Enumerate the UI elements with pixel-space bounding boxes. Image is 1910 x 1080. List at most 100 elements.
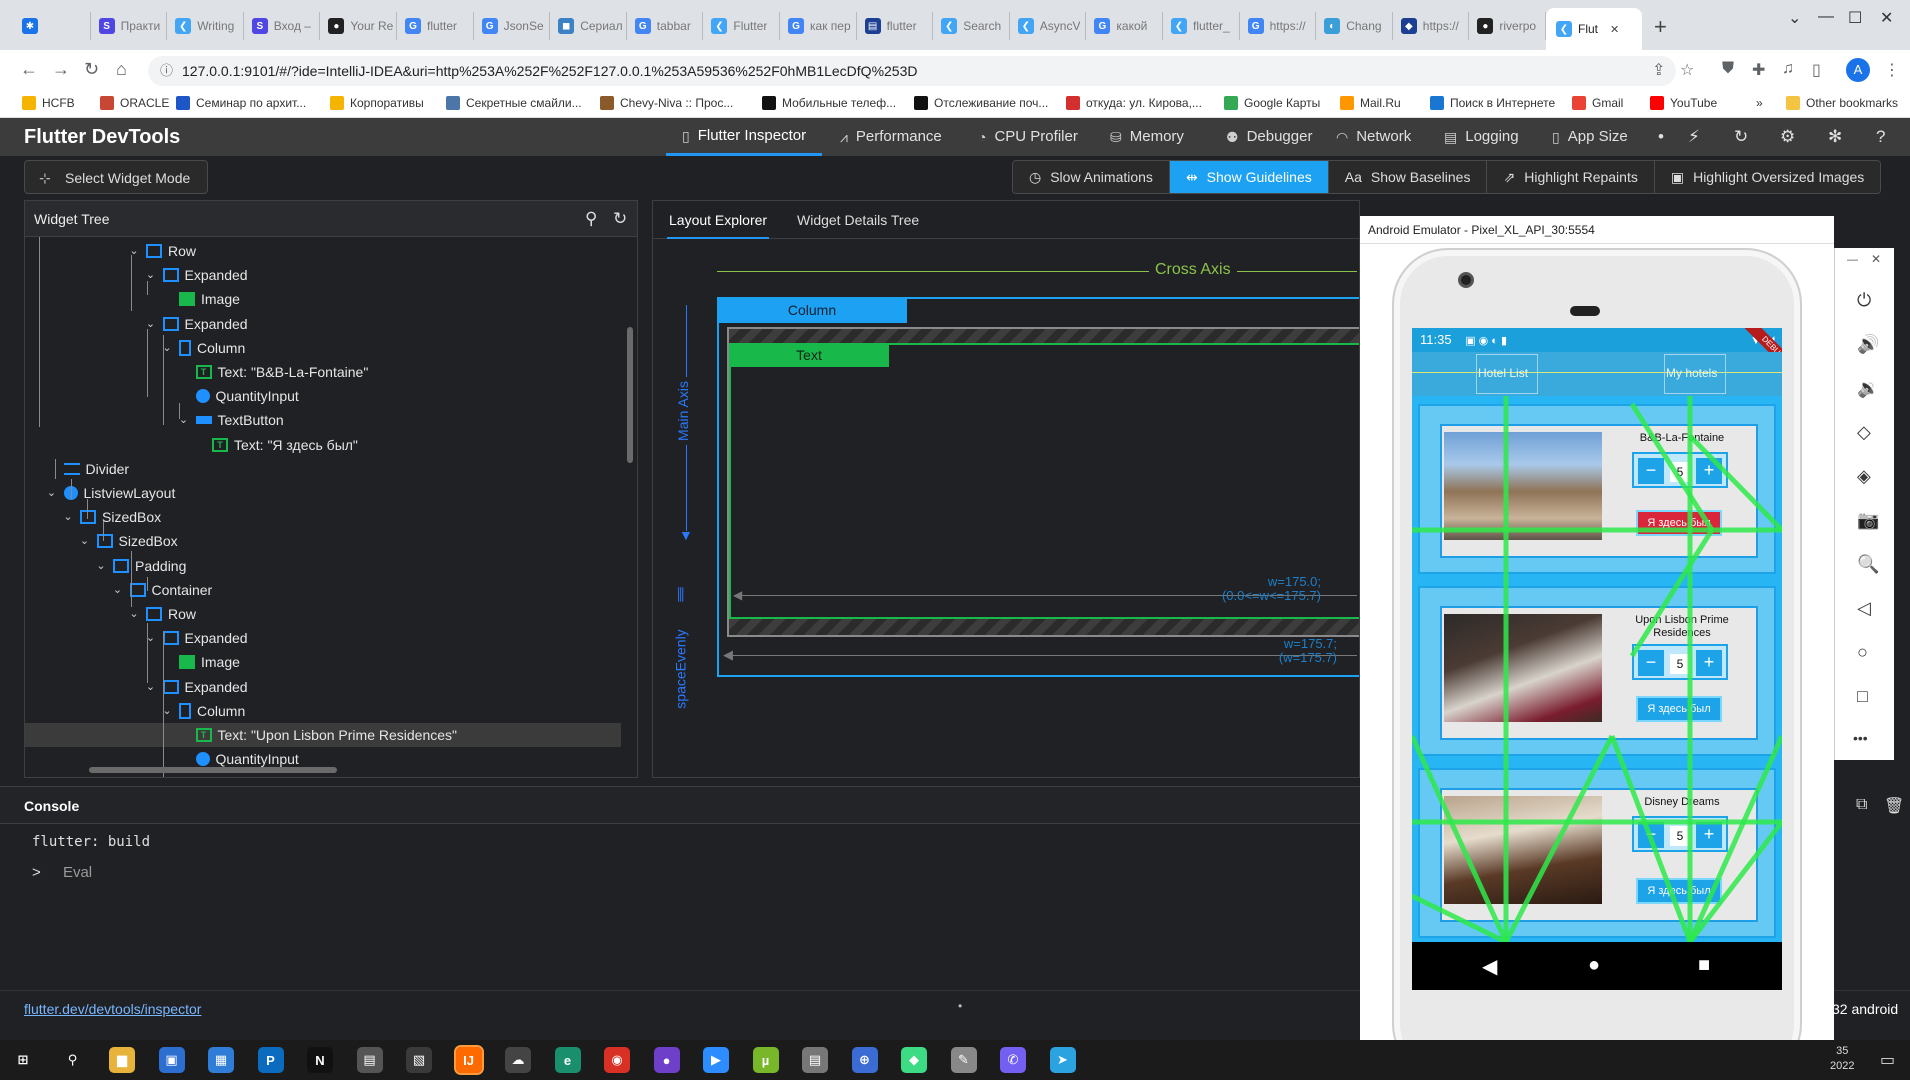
bookmark-6[interactable]: Chevy-Niva :: Прос... xyxy=(600,96,733,110)
bookmark-14[interactable]: YouTube xyxy=(1650,96,1717,110)
bookmark-7[interactable]: Мобильные телеф... xyxy=(762,96,896,110)
chevron-down-icon[interactable]: ⌄ xyxy=(128,602,140,626)
highlight-repaints-button[interactable]: ⇗ Highlight Repaints xyxy=(1487,161,1655,193)
calc-icon[interactable]: ▤ xyxy=(356,1047,383,1073)
media-icon[interactable]: ♫ xyxy=(1782,60,1794,78)
emulator-volume-down-icon[interactable]: 🔉 xyxy=(1857,378,1879,399)
tree-node-expanded[interactable]: ⌄ Expanded xyxy=(145,626,248,650)
bookmark-8[interactable]: Отслеживание поч... xyxy=(914,96,1048,110)
bookmark-10[interactable]: Google Карты xyxy=(1224,96,1320,110)
tray-clock[interactable]: 35 2022 xyxy=(1830,1044,1854,1074)
windows-start-icon[interactable]: ⊞ xyxy=(10,1047,36,1073)
emulator-rotate-right-icon[interactable]: ◈ xyxy=(1857,466,1871,487)
browser-tab[interactable]: ❮ Flut ✕ xyxy=(1546,8,1642,50)
bookmark-11[interactable]: Mail.Ru xyxy=(1340,96,1401,110)
close-window-icon[interactable]: ✕ xyxy=(1880,8,1893,28)
forward-icon[interactable]: → xyxy=(52,59,70,80)
browser-tab[interactable]: Ghttps:// xyxy=(1240,12,1317,40)
bookmark-2[interactable]: ORACLE xyxy=(100,96,169,110)
nav-back-icon[interactable]: ◀ xyxy=(1482,954,1497,979)
tree-node-column[interactable]: ⌄ Column xyxy=(161,699,245,723)
chevron-down-icon[interactable]: ⌄ xyxy=(112,578,124,602)
browser-tab[interactable]: ● riverpo xyxy=(1469,12,1546,40)
tab-layout-explorer[interactable]: Layout Explorer xyxy=(667,201,770,239)
console-clear-icon[interactable]: 🗑 xyxy=(1884,796,1904,816)
viber-icon[interactable]: ✆ xyxy=(1000,1047,1026,1073)
share-icon[interactable]: ⇪ xyxy=(1652,60,1665,80)
browser-tab[interactable]: ▤ flutter xyxy=(857,12,934,40)
nav-recents-icon[interactable]: ■ xyxy=(1698,954,1710,977)
inspector-docs-link[interactable]: flutter.dev/devtools/inspector xyxy=(24,1001,201,1017)
emulator-minimize-icon[interactable]: — xyxy=(1847,254,1858,266)
nav-home-icon[interactable]: ● xyxy=(1588,954,1600,977)
browser-tab[interactable]: S Практи xyxy=(91,12,168,40)
other-bookmarks-folder[interactable]: Other bookmarks xyxy=(1786,96,1898,110)
column-header[interactable]: Column xyxy=(717,297,907,323)
chevron-down-icon[interactable]: ⌄ xyxy=(79,529,91,553)
browser-tab[interactable]: Gкак пер xyxy=(780,12,857,40)
emulator-rotate-left-icon[interactable]: ◇ xyxy=(1857,422,1871,443)
tree-vertical-scrollbar[interactable] xyxy=(627,327,633,463)
tab-logging[interactable]: ▤ Logging xyxy=(1444,118,1519,156)
address-bar[interactable]: ⓘ 127.0.0.1:9101/#/?ide=IntelliJ-IDEA&ur… xyxy=(148,56,1676,86)
settings-gear-icon[interactable]: ⚙ xyxy=(1780,127,1795,147)
tree-node-sizedbox[interactable]: ⌄ SizedBox xyxy=(79,529,178,553)
explorer-icon[interactable]: ▆ xyxy=(109,1047,135,1073)
vpn-icon[interactable]: ⊕ xyxy=(851,1047,878,1073)
browser-tab[interactable]: ❮ Flutter xyxy=(703,12,780,40)
tab-hotel-list[interactable]: Hotel List xyxy=(1478,366,1528,380)
tree-node-textbutton[interactable]: ⌄ TextButton xyxy=(178,408,284,432)
chevron-down-icon[interactable]: ⌄ xyxy=(128,239,140,263)
publisher-icon[interactable]: P xyxy=(257,1047,284,1073)
tab-close-icon[interactable]: ✕ xyxy=(1610,23,1619,36)
tab-app-size[interactable]: ▯ App Size xyxy=(1552,118,1628,156)
store-icon[interactable]: ▦ xyxy=(208,1047,234,1073)
main-axis-alignment-label[interactable]: spaceEvenly xyxy=(673,629,689,708)
tree-node-column[interactable]: ⌄ Column xyxy=(161,336,245,360)
refresh-icon[interactable]: ↻ xyxy=(613,201,627,237)
zoom-icon[interactable]: ▶ xyxy=(703,1047,729,1073)
bookmark-9[interactable]: откуда: ул. Кирова,... xyxy=(1066,96,1202,110)
tab-cpu-profiler[interactable]: ◔ CPU Profiler xyxy=(978,118,1078,156)
search-icon[interactable]: ⚲ xyxy=(585,201,597,237)
bookmark-star-icon[interactable]: ☆ xyxy=(1680,60,1694,80)
browser-tab[interactable]: S Вход – xyxy=(244,12,321,40)
hot-reload-icon[interactable]: ⚡ xyxy=(1688,127,1700,147)
text-child-header[interactable]: Text xyxy=(729,343,889,367)
main-axis-alignment-icon[interactable]: ⫼ xyxy=(677,587,684,605)
maximize-icon[interactable]: ☐ xyxy=(1848,8,1862,28)
utorrent-icon[interactable]: µ xyxy=(752,1047,779,1073)
highlight-oversized-images-button[interactable]: ▣ Highlight Oversized Images xyxy=(1654,161,1881,193)
browser-tab[interactable]: Gкакой xyxy=(1086,12,1163,40)
new-tab-button[interactable]: + xyxy=(1654,14,1667,40)
tree-node-text[interactable]: T Text: "B&B-La-Fontaine" xyxy=(178,360,368,384)
netflix-icon[interactable]: N xyxy=(307,1047,333,1073)
cloud-icon[interactable]: ☁ xyxy=(505,1047,531,1073)
browser-tab[interactable]: G JsonSe xyxy=(474,12,551,40)
chevron-down-icon[interactable]: ⌄ xyxy=(62,505,74,529)
tree-node-expanded[interactable]: ⌄ Expanded xyxy=(145,263,248,287)
tab-network[interactable]: ◠ Network xyxy=(1336,118,1411,156)
tree-node-image[interactable]: Image xyxy=(161,287,240,311)
menu-icon[interactable]: ⋮ xyxy=(1884,60,1900,80)
tree-node-sizedbox[interactable]: ⌄ SizedBox xyxy=(62,505,161,529)
reload-icon[interactable]: ↻ xyxy=(84,59,99,80)
tab-memory[interactable]: ⛁ Memory xyxy=(1110,118,1184,156)
bookmark-1[interactable]: HCFB xyxy=(22,96,75,110)
tree-node-expanded[interactable]: ⌄ Expanded xyxy=(145,675,248,699)
bookmark-3[interactable]: Семинар по архит... xyxy=(176,96,306,110)
emulator-close-icon[interactable]: ✕ xyxy=(1871,252,1881,266)
tree-node-listviewlayout[interactable]: ⌄ ListviewLayout xyxy=(46,481,175,505)
tree-node-row[interactable]: ⌄ Row xyxy=(128,602,196,626)
emulator-back-icon[interactable]: ◁ xyxy=(1857,598,1871,619)
chevron-down-icon[interactable]: ⌄ xyxy=(46,481,58,505)
site-info-icon[interactable]: ⓘ xyxy=(160,56,173,86)
browser-tab[interactable]: Gtabbar xyxy=(627,12,704,40)
show-guidelines-button[interactable]: ⇹ Show Guidelines xyxy=(1169,161,1329,193)
chrome-icon[interactable]: ◉ xyxy=(604,1047,630,1073)
paint-icon[interactable]: ✎ xyxy=(950,1047,977,1073)
intellij-icon[interactable]: IJ xyxy=(453,1045,484,1075)
browser-tab[interactable]: ✱ xyxy=(14,12,91,40)
tab-search-icon[interactable]: ⌄ xyxy=(1788,8,1801,28)
tab-performance[interactable]: ⩘ Performance xyxy=(840,118,942,156)
